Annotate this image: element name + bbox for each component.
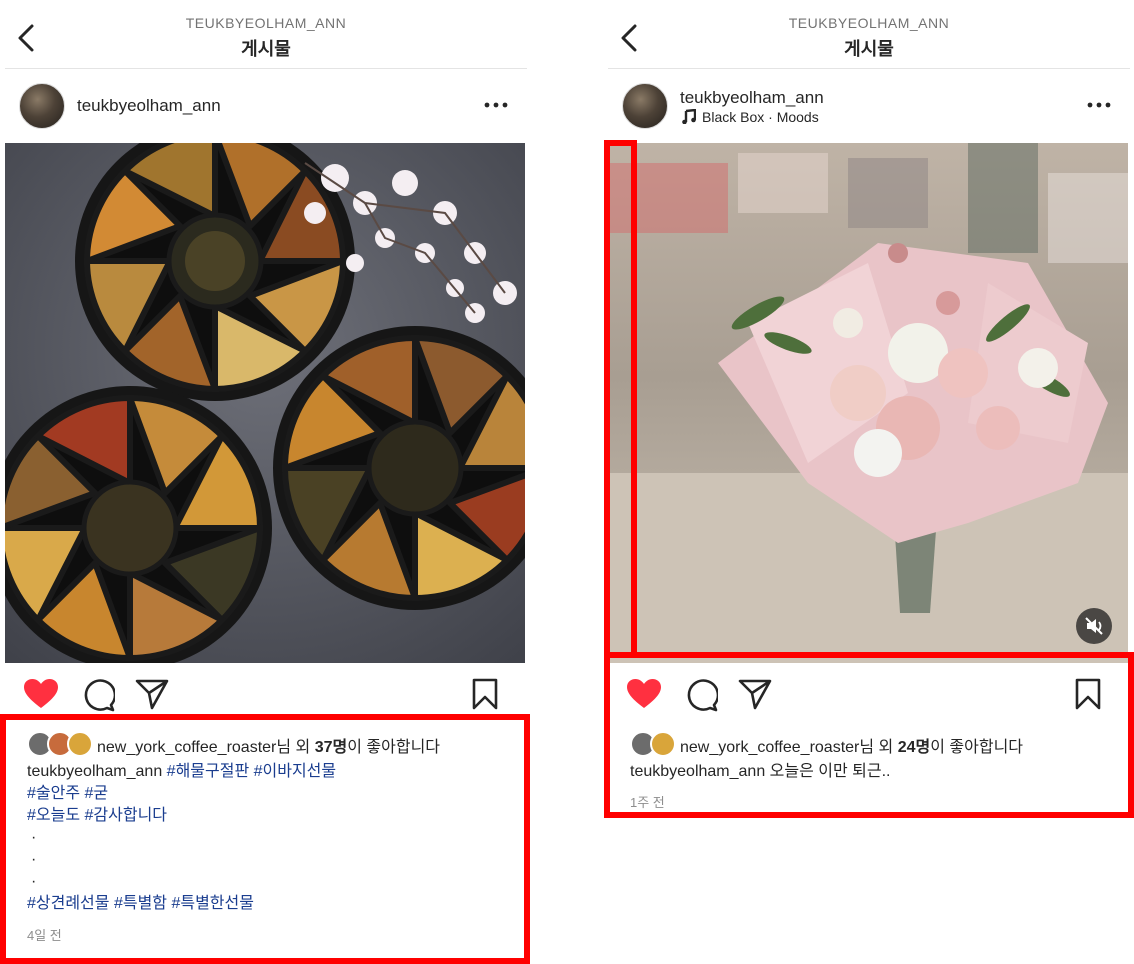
action-bar — [608, 668, 1130, 724]
caption-line: #상견례선물 #특별함 #특별한선물 — [27, 893, 507, 915]
music-note-icon — [682, 108, 697, 125]
caption-line: #술안주 #굳 — [27, 783, 507, 805]
bookmark-icon[interactable] — [1074, 678, 1102, 710]
liker-username[interactable]: new_york_coffee_roaster — [97, 739, 276, 756]
share-send-icon[interactable] — [738, 678, 772, 710]
likes-summary[interactable]: new_york_coffee_roaster님 외 24명이 좋아합니다 — [630, 728, 1110, 758]
hashtag[interactable]: #감사합니다 — [85, 807, 168, 824]
caption-dot: · — [31, 851, 37, 868]
page-title: 게시물 — [241, 39, 291, 59]
flower-bouquet-video — [608, 143, 1128, 663]
avatar — [650, 731, 676, 757]
like-heart-icon[interactable] — [626, 678, 662, 710]
page-title: 게시물 — [844, 39, 894, 59]
author-username[interactable]: teukbyeolham_ann — [680, 88, 824, 108]
post-video[interactable] — [608, 143, 1128, 663]
profile-row: teukbyeolham_ann — [5, 70, 527, 142]
avatar[interactable] — [622, 83, 668, 129]
caption-line: #오늘도 #감사합니다 — [27, 805, 507, 827]
caption-dot: · — [31, 829, 37, 846]
share-send-icon[interactable] — [135, 678, 169, 710]
hashtag[interactable]: #특별함 — [114, 895, 167, 912]
post-header: TEUKBYEOLHAM_ANN 게시물 — [5, 0, 527, 69]
avatar — [67, 731, 93, 757]
music-label: Black Box · Moods — [702, 109, 819, 125]
hashtag[interactable]: #굳 — [85, 785, 109, 802]
music-attribution[interactable]: Black Box · Moods — [682, 108, 819, 125]
likes-mid: 님 외 — [859, 739, 898, 756]
avatar[interactable] — [19, 83, 65, 129]
more-options-icon[interactable] — [483, 90, 509, 120]
liker-username[interactable]: new_york_coffee_roaster — [680, 739, 859, 756]
post-timestamp: 1주 전 — [630, 795, 665, 810]
profile-row: teukbyeolham_ann Black Box · Moods — [608, 70, 1130, 142]
post-timestamp: 4일 전 — [27, 928, 62, 943]
like-heart-icon[interactable] — [23, 678, 59, 710]
bookmark-icon[interactable] — [471, 678, 499, 710]
header-username: TEUKBYEOLHAM_ANN — [788, 15, 950, 31]
post-left: TEUKBYEOLHAM_ANN 게시물 teukbyeolham_ann ne… — [5, 0, 527, 964]
comment-icon[interactable] — [684, 678, 718, 712]
caption-author[interactable]: teukbyeolham_ann — [630, 763, 765, 780]
likes-suffix: 이 좋아합니다 — [930, 739, 1024, 756]
post-right: TEUKBYEOLHAM_ANN 게시물 teukbyeolham_ann Bl… — [608, 0, 1130, 964]
hashtag[interactable]: #오늘도 — [27, 807, 80, 824]
hashtag[interactable]: #특별한선물 — [171, 895, 254, 912]
likes-count[interactable]: 24명 — [898, 739, 931, 756]
author-username[interactable]: teukbyeolham_ann — [77, 96, 221, 116]
caption-author[interactable]: teukbyeolham_ann — [27, 763, 162, 780]
hashtag[interactable]: #상견례선물 — [27, 895, 110, 912]
caption: teukbyeolham_ann 오늘은 이만 퇴근.. — [630, 761, 1110, 783]
liker-avatars — [27, 731, 97, 757]
comment-icon[interactable] — [81, 678, 115, 712]
hashtag[interactable]: #술안주 — [27, 785, 80, 802]
hashtag[interactable]: #이바지선물 — [254, 763, 337, 780]
likes-mid: 님 외 — [276, 739, 315, 756]
action-bar — [5, 668, 527, 724]
header-username: TEUKBYEOLHAM_ANN — [185, 15, 347, 31]
muted-speaker-icon — [1085, 617, 1103, 635]
likes-summary[interactable]: new_york_coffee_roaster님 외 37명이 좋아합니다 — [27, 728, 507, 758]
likes-suffix: 이 좋아합니다 — [347, 739, 441, 756]
caption-line: teukbyeolham_ann #해물구절판 #이바지선물 — [27, 761, 507, 783]
caption-dot: · — [31, 873, 37, 890]
likes-count[interactable]: 37명 — [315, 739, 348, 756]
post-header: TEUKBYEOLHAM_ANN 게시물 — [608, 0, 1130, 69]
hashtag[interactable]: #해물구절판 — [167, 763, 250, 780]
likes-text: new_york_coffee_roaster님 외 24명이 좋아합니다 — [680, 733, 1023, 757]
likes-text: new_york_coffee_roaster님 외 37명이 좋아합니다 — [97, 733, 440, 757]
more-options-icon[interactable] — [1086, 90, 1112, 120]
caption: teukbyeolham_ann #해물구절판 #이바지선물 #술안주 #굳 #… — [27, 761, 507, 915]
post-image[interactable] — [5, 143, 525, 663]
food-tray-photo — [5, 143, 525, 663]
mute-button[interactable] — [1076, 608, 1112, 644]
caption-text: 오늘은 이만 퇴근.. — [769, 763, 891, 780]
